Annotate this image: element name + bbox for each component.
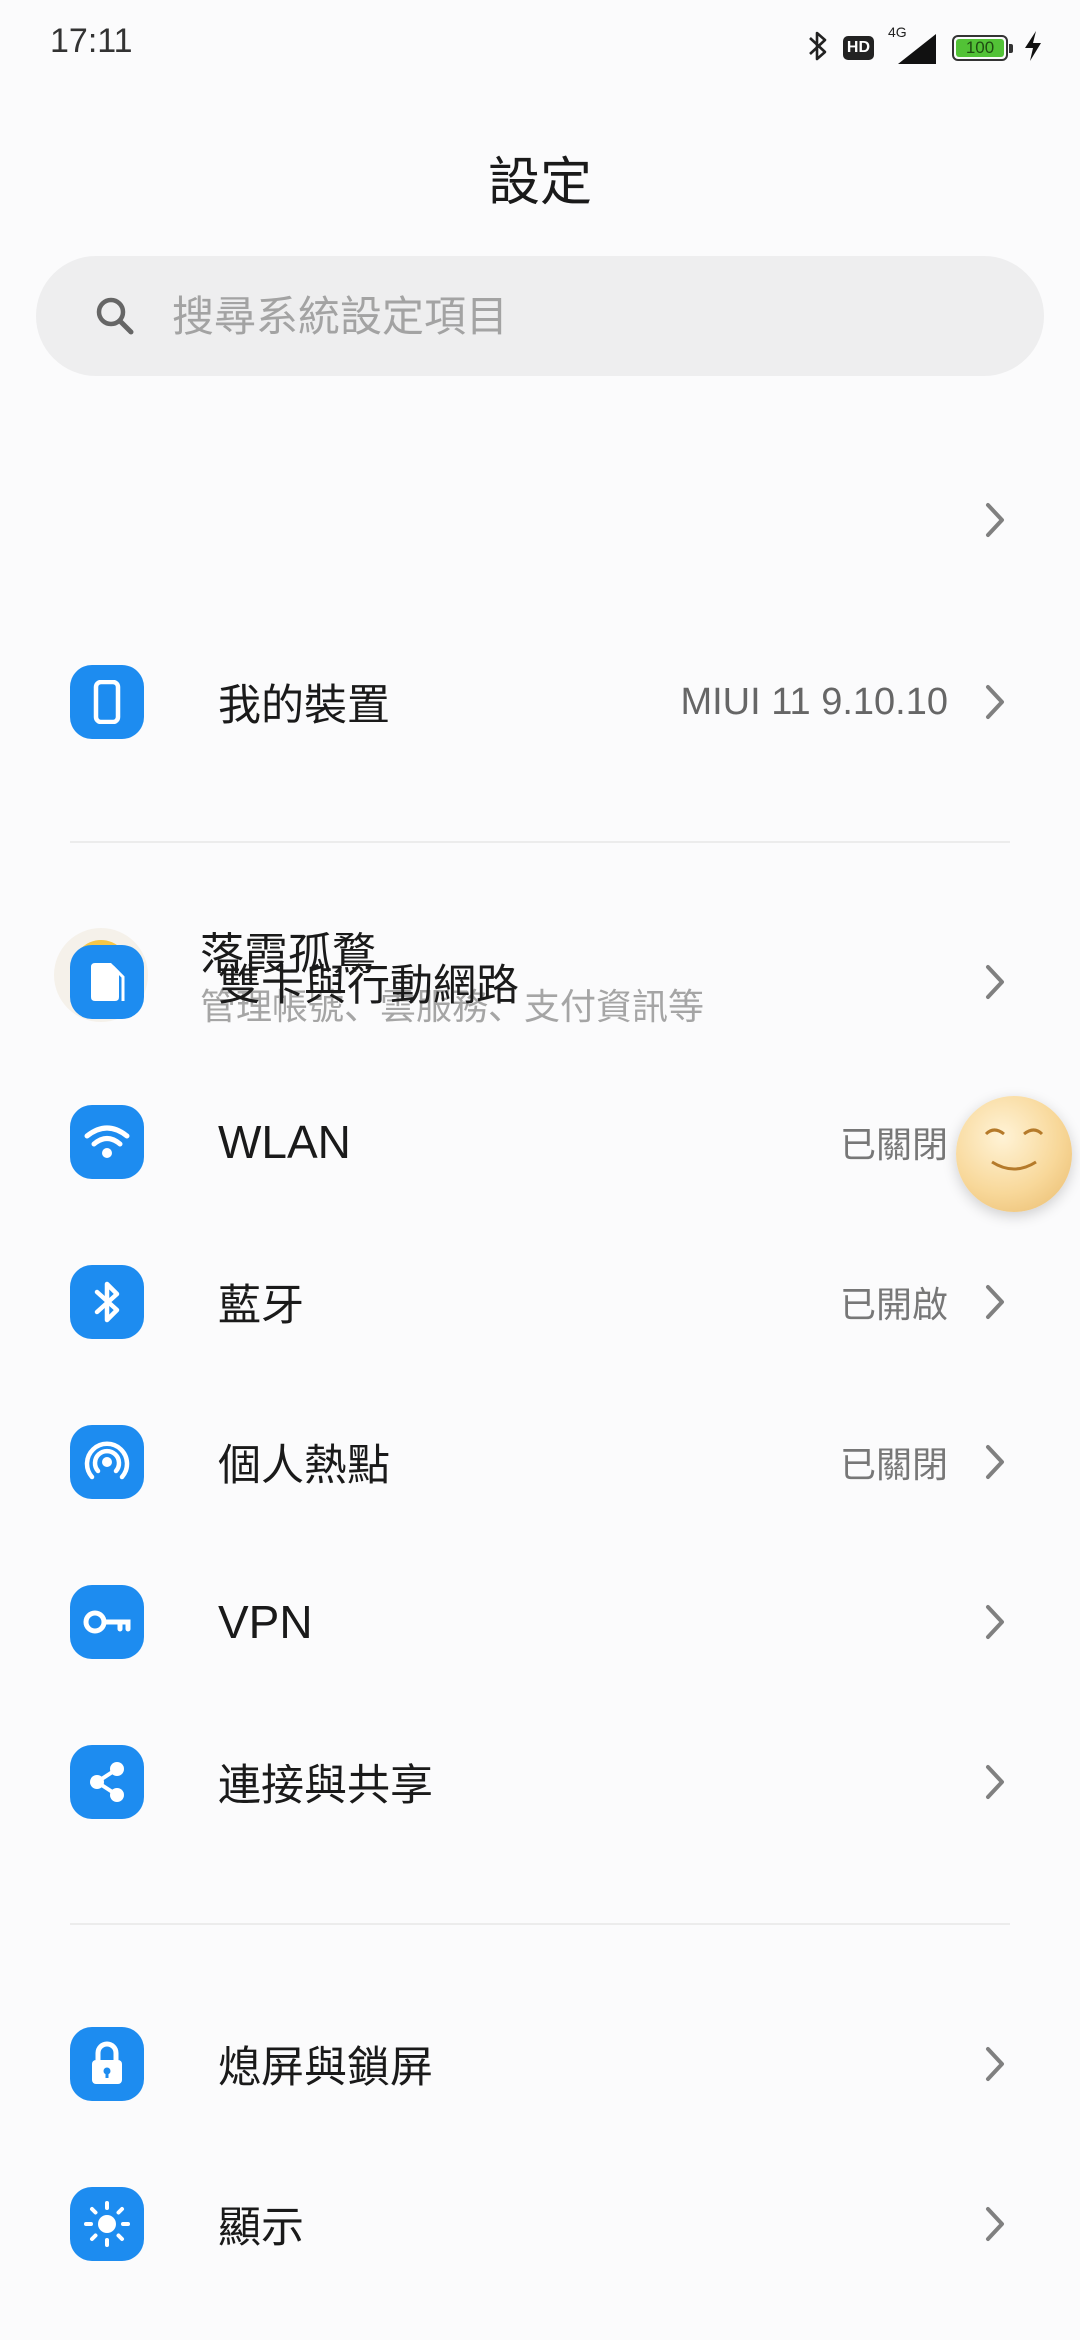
settings-item-label: WLAN [218,1116,351,1168]
settings-item-my-device[interactable]: 我的裝置 MIUI 11 9.10.10 [0,642,1080,762]
chevron-right-icon [980,1600,1010,1644]
bluetooth-icon [70,1265,144,1339]
account-row[interactable]: 落霞孤鶩 管理帳號、雲服務、支付資訊等 [0,450,1080,1028]
settings-item-label: 個人熱點 [218,1441,390,1491]
chevron-right-icon [980,2202,1010,2246]
signal-icon: 4G [888,24,938,66]
settings-item-label: 連接與共享 [218,1761,433,1811]
settings-item-label: 雙卡與行動網路 [218,961,519,1011]
settings-item-label: 熄屏與鎖屏 [218,2043,433,2093]
settings-item-value: 已關閉 [839,1445,948,1486]
floating-assistant-ball[interactable] [956,1096,1072,1212]
settings-item-bluetooth[interactable]: 藍牙 已開啟 [0,1242,1080,1362]
chevron-right-icon [980,1440,1010,1484]
phone-icon [70,665,144,739]
sim-card-icon [70,945,144,1019]
settings-item-label: 我的裝置 [218,681,390,731]
search-icon [94,294,138,338]
search-input[interactable] [170,290,974,342]
settings-item-vpn[interactable]: VPN [0,1562,1080,1682]
lock-icon [70,2027,144,2101]
settings-item-value: MIUI 11 9.10.10 [680,680,948,723]
chevron-right-icon [980,1760,1010,1804]
status-icons: HD 4G 100 [807,24,1044,72]
key-icon [70,1585,144,1659]
settings-item-display[interactable]: 顯示 [0,2164,1080,2284]
charging-icon [1022,29,1044,67]
hd-badge: HD [842,36,874,60]
status-time: 17:11 [50,22,133,60]
settings-item-wlan[interactable]: WLAN 已關閉 [0,1082,1080,1202]
settings-item-hotspot[interactable]: 個人熱點 已關閉 [0,1402,1080,1522]
status-bar: 17:11 HD 4G 100 [0,0,1080,96]
search-bar[interactable] [36,256,1044,376]
settings-item-label: VPN [218,1596,313,1648]
settings-item-label: 藍牙 [218,1281,304,1331]
chevron-right-icon [980,680,1010,724]
page-title: 設定 [487,153,592,213]
settings-item-dual-sim[interactable]: 雙卡與行動網路 [0,922,1080,1042]
settings-item-lock-screen[interactable]: 熄屏與鎖屏 [0,2004,1080,2124]
wifi-icon [70,1105,144,1179]
settings-item-connection-sharing[interactable]: 連接與共享 [0,1722,1080,1842]
chevron-right-icon [980,960,1010,1004]
settings-item-value: 已開啟 [839,1285,948,1326]
brightness-icon [70,2187,144,2261]
battery-icon: 100 [952,35,1013,61]
chevron-right-icon [980,1280,1010,1324]
section-divider [70,1923,1010,1925]
bluetooth-status-icon [807,29,829,67]
settings-item-value: 已關閉 [839,1125,948,1166]
share-icon [70,1745,144,1819]
section-divider [70,841,1010,843]
chevron-right-icon [980,2042,1010,2086]
battery-level-text: 100 [965,38,995,57]
chevron-right-icon [980,498,1010,542]
settings-item-label: 顯示 [218,2203,304,2253]
hotspot-icon [70,1425,144,1499]
